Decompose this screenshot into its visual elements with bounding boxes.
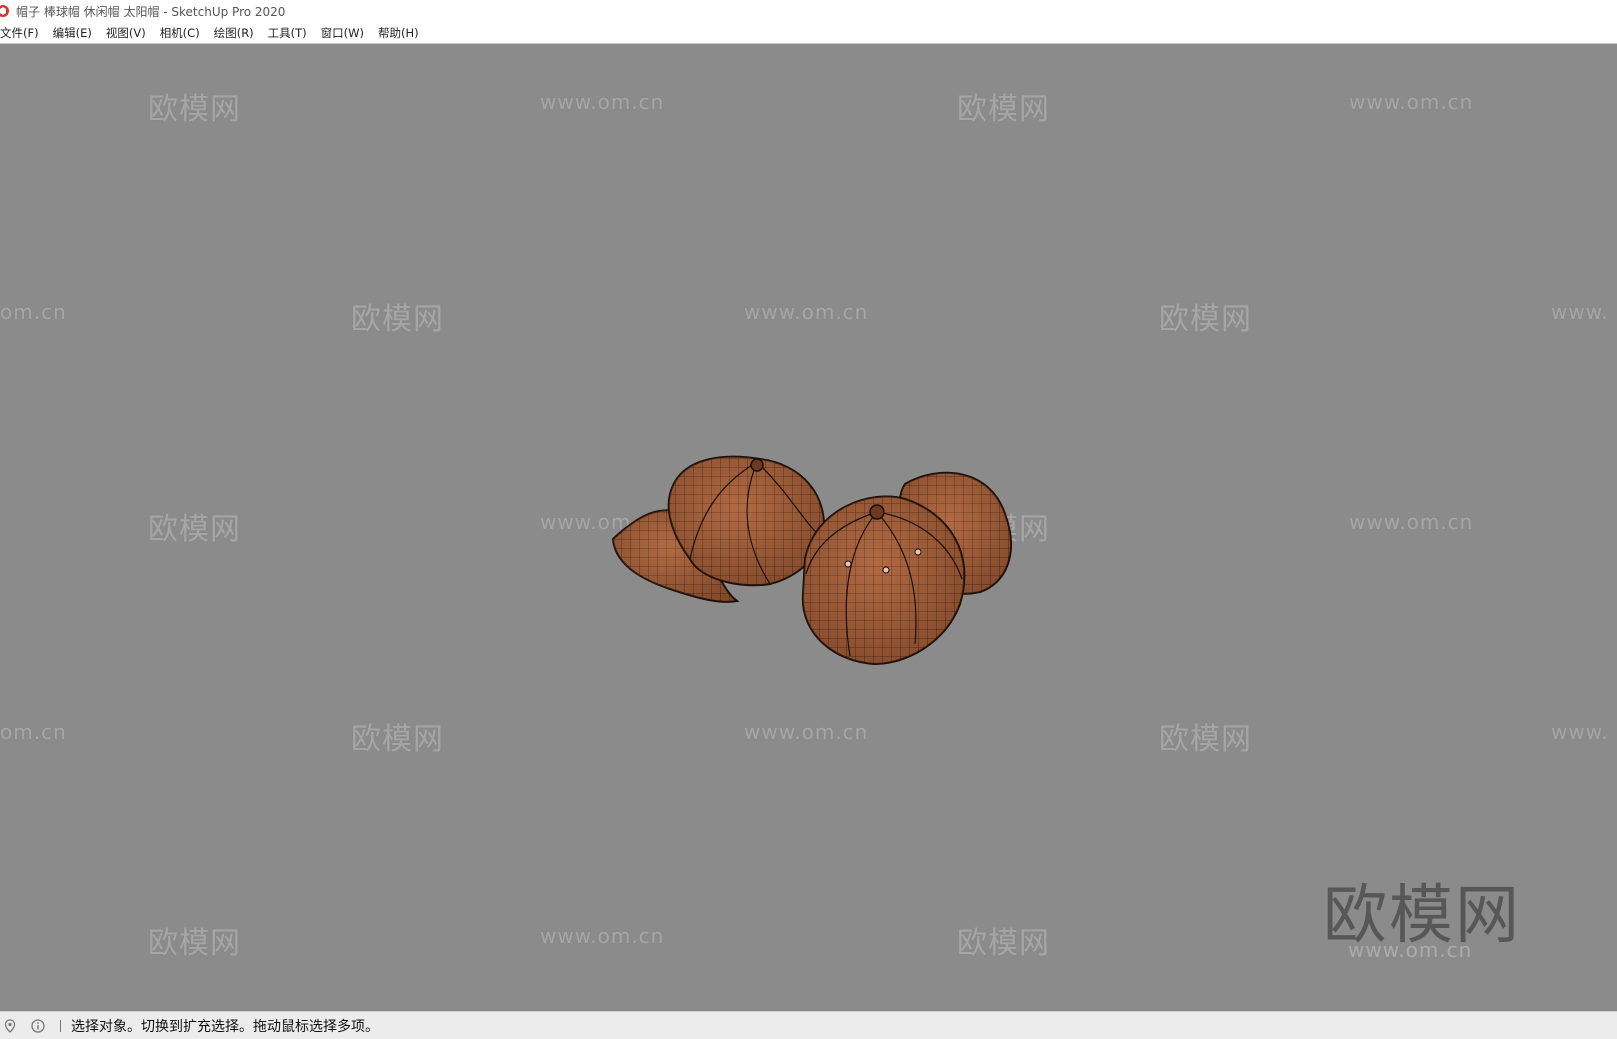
cap-left[interactable] bbox=[611, 455, 825, 603]
window-title: 帽子 棒球帽 休闲帽 太阳帽 - SketchUp Pro 2020 bbox=[16, 4, 286, 19]
title-bar: 帽子 棒球帽 休闲帽 太阳帽 - SketchUp Pro 2020 bbox=[0, 0, 1617, 22]
menu-help[interactable]: 帮助(H) bbox=[371, 25, 426, 41]
menu-view[interactable]: 视图(V) bbox=[99, 25, 153, 41]
status-separator bbox=[60, 1019, 61, 1032]
cap-models[interactable] bbox=[0, 44, 1617, 1011]
menu-tools[interactable]: 工具(T) bbox=[261, 25, 314, 41]
menu-bar: 文件(F) 编辑(E) 视图(V) 相机(C) 绘图(R) 工具(T) 窗口(W… bbox=[0, 22, 1617, 44]
cap-right[interactable] bbox=[801, 471, 1012, 666]
status-bar: 选择对象。切换到扩充选择。拖动鼠标选择多项。 bbox=[0, 1011, 1617, 1039]
menu-window[interactable]: 窗口(W) bbox=[314, 25, 371, 41]
model-viewport[interactable]: 欧模网 www.om.cn 欧模网 www.om.cn om.cn 欧模网 ww… bbox=[0, 44, 1617, 1011]
info-icon[interactable] bbox=[30, 1018, 46, 1034]
menu-draw[interactable]: 绘图(R) bbox=[207, 25, 261, 41]
menu-file[interactable]: 文件(F) bbox=[0, 25, 46, 41]
sketchup-logo-icon bbox=[0, 5, 9, 17]
menu-camera[interactable]: 相机(C) bbox=[153, 25, 207, 41]
menu-edit[interactable]: 编辑(E) bbox=[46, 25, 99, 41]
status-message: 选择对象。切换到扩充选择。拖动鼠标选择多项。 bbox=[71, 1018, 379, 1035]
geolocation-icon[interactable] bbox=[2, 1018, 18, 1034]
